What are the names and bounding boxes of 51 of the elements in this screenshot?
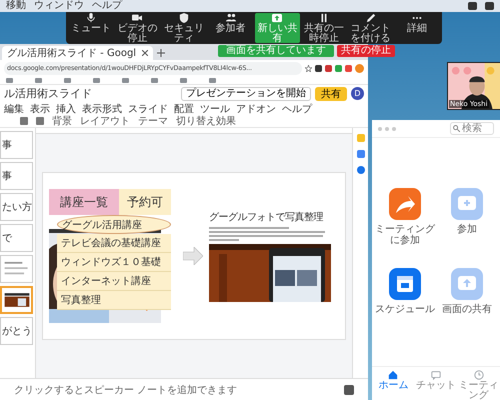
menu-item[interactable]: 配置 bbox=[174, 102, 194, 116]
toolbar-button[interactable]: ミュート bbox=[68, 13, 114, 43]
nav-tab[interactable]: チャット bbox=[414, 367, 458, 400]
slide-heading: グーグルフォトで写真整理 bbox=[209, 210, 324, 224]
slide-thumbnail[interactable]: で bbox=[0, 224, 33, 252]
menu-item[interactable]: ウィンドウ bbox=[34, 0, 84, 12]
toolbar-button[interactable]: 切り替え効果 bbox=[176, 114, 236, 128]
menu-item[interactable]: 表示形式 bbox=[82, 102, 122, 116]
menu-item[interactable]: 表示 bbox=[30, 102, 50, 116]
toolbar-button[interactable]: セキュリティ bbox=[161, 13, 207, 43]
account-avatar[interactable]: D bbox=[351, 87, 364, 100]
menu-item[interactable]: 編集 bbox=[4, 102, 24, 116]
course-item: 写真整理 bbox=[57, 291, 171, 310]
header-cell: 講座一覧 bbox=[49, 189, 119, 215]
nav-tab[interactable]: ホーム bbox=[372, 367, 415, 400]
course-item: グーグル活用講座 bbox=[57, 215, 171, 234]
toolbar-button[interactable]: コメントを付ける bbox=[348, 13, 394, 43]
nav-tab[interactable]: ミーティング bbox=[457, 367, 500, 400]
slide-thumbnail[interactable]: がとう bbox=[0, 317, 33, 345]
browser-tab[interactable]: グル活用術スライド - Googl bbox=[2, 46, 154, 60]
toolbar-button[interactable]: 参加者 bbox=[208, 13, 254, 43]
search-field[interactable]: 検索 bbox=[450, 122, 494, 135]
present-button[interactable]: プレゼンテーションを開始 bbox=[181, 86, 311, 100]
course-item: インターネット講座 bbox=[57, 272, 171, 291]
slide-thumbnail[interactable]: 事 bbox=[0, 131, 33, 159]
sharing-status: 画面を共有しています bbox=[218, 45, 334, 57]
toolbar-button[interactable]: 共有の一時停止 bbox=[301, 13, 347, 43]
slide-thumbnail[interactable]: たい方 bbox=[0, 193, 33, 221]
toolbar-button[interactable]: 詳細 bbox=[394, 13, 440, 43]
slide-thumbnail[interactable]: 事 bbox=[0, 162, 33, 190]
share-button[interactable]: 共有 bbox=[315, 86, 347, 100]
stop-share-button[interactable]: 共有の停止 bbox=[337, 45, 395, 57]
toolbar-button[interactable]: 背景 bbox=[52, 114, 72, 128]
menu-item[interactable]: 挿入 bbox=[56, 102, 76, 116]
course-item: ウィンドウズ１０基礎 bbox=[57, 253, 171, 272]
menu-item[interactable]: スライド bbox=[128, 102, 168, 116]
document-title[interactable]: ル活用術スライド bbox=[4, 86, 92, 101]
action-label: スケジュール bbox=[375, 304, 435, 315]
menu-item[interactable]: アドオン bbox=[236, 102, 276, 116]
speaker-notes-field[interactable]: クリックするとスピーカー ノートを追加できます bbox=[14, 382, 238, 396]
menu-item[interactable]: 移動 bbox=[6, 0, 26, 12]
action-label: 画面の共有 bbox=[441, 304, 493, 315]
action-label: 参加 bbox=[456, 224, 478, 235]
toolbar-button[interactable]: ビデオの停止 bbox=[114, 13, 160, 43]
menu-item[interactable]: ツール bbox=[200, 102, 230, 116]
action-label: ミーティングに参加 bbox=[375, 224, 435, 246]
menu-item[interactable]: ヘルプ bbox=[282, 102, 312, 116]
course-item: テレビ会議の基礎講座 bbox=[57, 234, 171, 253]
toolbar-button[interactable]: レイアウト bbox=[80, 114, 130, 128]
toolbar-button[interactable]: テーマ bbox=[138, 114, 168, 128]
header-cell: 予約可 bbox=[119, 189, 171, 215]
